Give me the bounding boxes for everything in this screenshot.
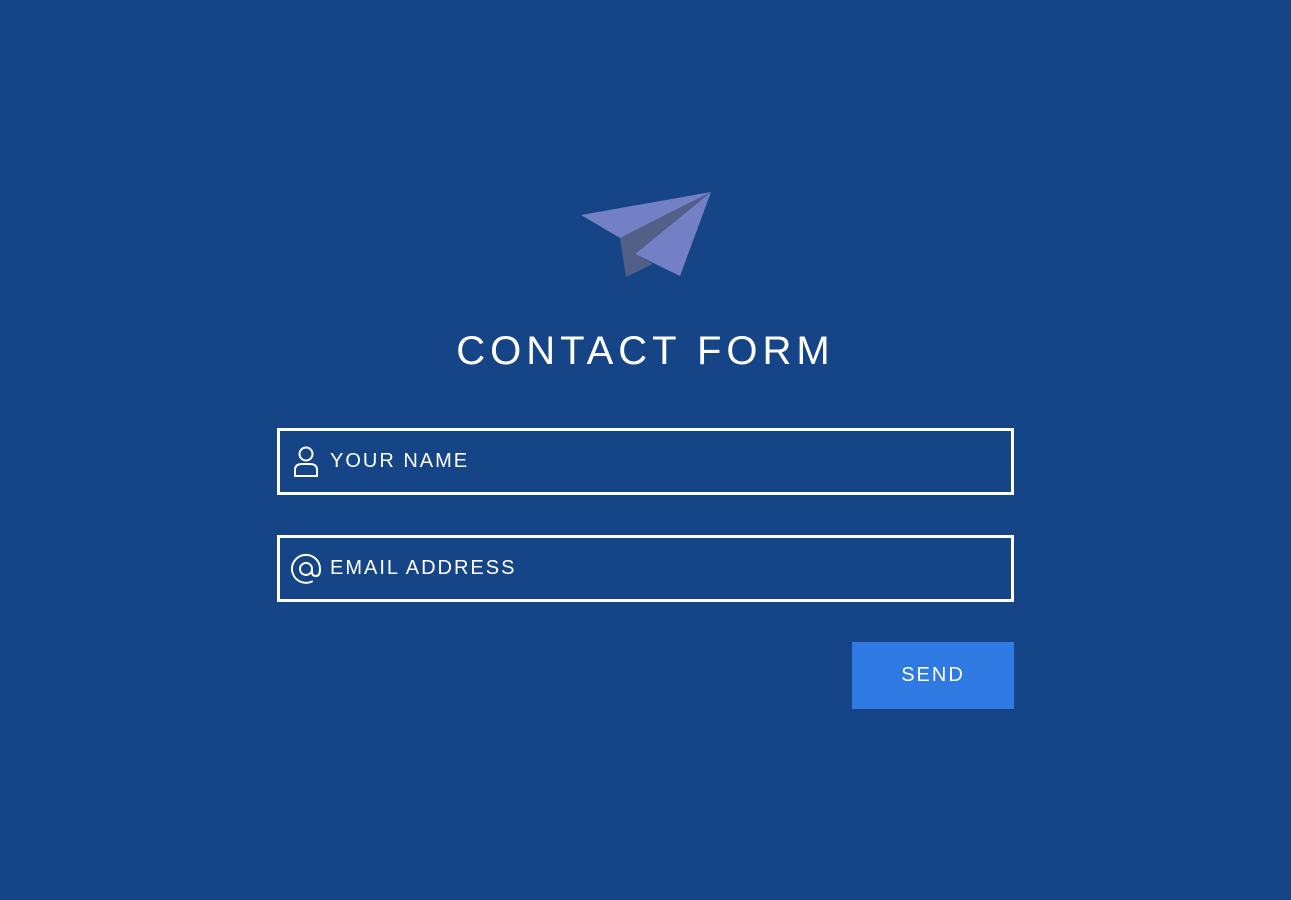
paper-plane-icon (578, 188, 714, 280)
email-field[interactable] (277, 535, 1014, 602)
at-sign-icon (290, 553, 322, 585)
name-field[interactable] (277, 428, 1014, 495)
send-button[interactable]: SEND (852, 642, 1014, 709)
user-icon (290, 446, 322, 478)
contact-page: CONTACT FORM SEND (0, 0, 1291, 900)
page-title: CONTACT FORM (456, 329, 835, 373)
name-input[interactable] (322, 431, 1011, 492)
email-input[interactable] (322, 538, 1011, 599)
